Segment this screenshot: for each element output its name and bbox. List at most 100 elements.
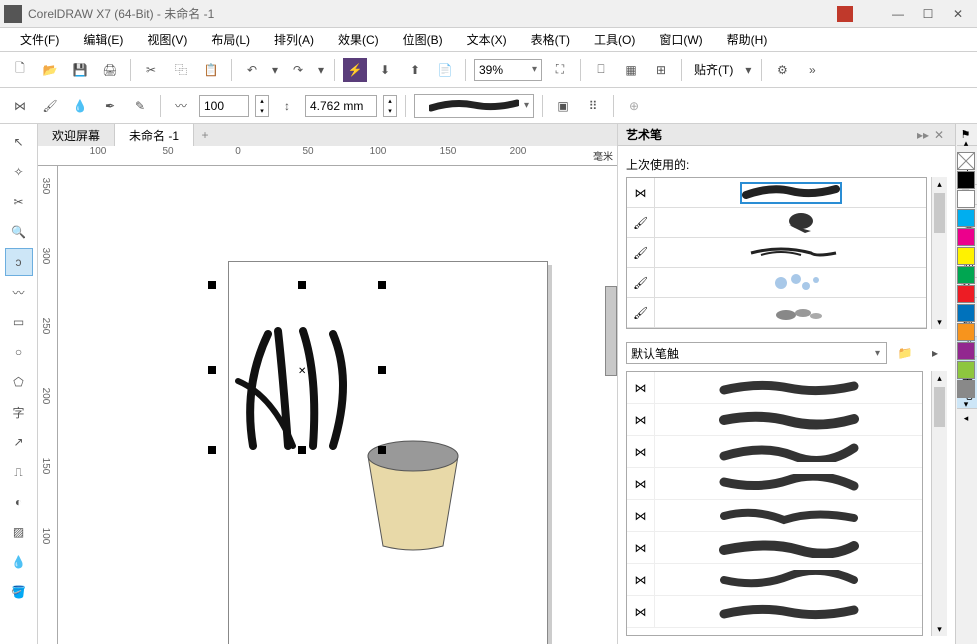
import-icon[interactable]: ⬇ — [373, 58, 397, 82]
recent-brush-item[interactable] — [655, 208, 926, 238]
menu-layout[interactable]: 布局(L) — [199, 31, 262, 48]
zoom-tool-icon[interactable]: 🔍 — [5, 218, 33, 246]
crop-tool-icon[interactable]: ✂ — [5, 188, 33, 216]
panel-close-icon[interactable]: ✕ — [931, 128, 947, 142]
width-icon[interactable]: ↕ — [275, 94, 299, 118]
recent-brush-item[interactable] — [655, 268, 926, 298]
smoothing-icon[interactable]: 〰 — [169, 94, 193, 118]
recent-scrollbar[interactable]: ▴ ▾ — [931, 177, 947, 329]
close-button[interactable]: ✕ — [943, 3, 973, 25]
selection-handle[interactable] — [298, 446, 306, 454]
open-icon[interactable]: 📂 — [38, 58, 62, 82]
snap-dropdown-icon[interactable]: ▾ — [743, 58, 753, 82]
ruler-horizontal[interactable]: 毫米 100 50 0 50 100 150 200 — [38, 146, 617, 166]
tab-document[interactable]: 未命名 -1 — [115, 124, 194, 146]
width-spinner[interactable]: ▴▾ — [383, 95, 397, 117]
minimize-button[interactable]: — — [883, 3, 913, 25]
canvas-scrollbar[interactable] — [605, 286, 617, 376]
menu-table[interactable]: 表格(T) — [519, 31, 582, 48]
palette-expand-icon[interactable]: ◂ — [957, 413, 975, 427]
stroke-preset-item[interactable] — [655, 436, 922, 467]
cut-icon[interactable]: ✂ — [139, 58, 163, 82]
color-swatch[interactable] — [957, 190, 975, 208]
menu-text[interactable]: 文本(X) — [455, 31, 519, 48]
calligraphic-mode-icon[interactable]: ✒ — [98, 94, 122, 118]
shape-tool-icon[interactable]: ✧ — [5, 158, 33, 186]
undo-icon[interactable]: ↶ — [240, 58, 264, 82]
show-guides-icon[interactable]: ⊞ — [649, 58, 673, 82]
transparency-tool-icon[interactable]: ▨ — [5, 518, 33, 546]
color-swatch[interactable] — [957, 266, 975, 284]
menu-bitmap[interactable]: 位图(B) — [391, 31, 455, 48]
menu-arrange[interactable]: 排列(A) — [262, 31, 326, 48]
ellipse-tool-icon[interactable]: ○ — [5, 338, 33, 366]
search-icon[interactable]: ⚡ — [343, 58, 367, 82]
menu-edit[interactable]: 编辑(E) — [71, 31, 135, 48]
scroll-thumb[interactable] — [934, 193, 945, 233]
scroll-down-icon[interactable]: ▾ — [932, 622, 947, 636]
color-swatch[interactable] — [957, 228, 975, 246]
scroll-thumb[interactable] — [934, 387, 945, 427]
user-icon[interactable] — [837, 6, 853, 22]
scroll-down-icon[interactable]: ▾ — [932, 315, 947, 329]
scroll-up-icon[interactable]: ▴ — [932, 177, 947, 191]
palette-down-icon[interactable]: ▾ — [957, 399, 975, 413]
show-grid-icon[interactable]: ▦ — [619, 58, 643, 82]
selection-handle[interactable] — [208, 446, 216, 454]
drawn-cup[interactable] — [358, 436, 468, 556]
print-icon[interactable]: 🖨 — [98, 58, 122, 82]
selection-handle[interactable] — [208, 281, 216, 289]
maximize-button[interactable]: ☐ — [913, 3, 943, 25]
stroke-preset-item[interactable] — [655, 372, 922, 403]
browse-folder-icon[interactable]: 📁 — [893, 341, 917, 365]
zoom-select[interactable]: 39% — [474, 59, 542, 81]
recent-brush-item[interactable] — [655, 298, 926, 328]
menu-file[interactable]: 文件(F) — [8, 31, 71, 48]
snap-label[interactable]: 贴齐(T) — [690, 61, 737, 78]
selection-handle[interactable] — [208, 366, 216, 374]
scroll-up-icon[interactable]: ▴ — [932, 371, 947, 385]
panel-collapse-icon[interactable]: ▸▸ — [915, 128, 931, 142]
selection-handle[interactable] — [378, 446, 386, 454]
freehand-tool-icon[interactable]: ɔ — [5, 248, 33, 276]
save-icon[interactable]: 💾 — [68, 58, 92, 82]
sprayer-mode-icon[interactable]: 💧 — [68, 94, 92, 118]
undo-dropdown-icon[interactable]: ▾ — [270, 58, 280, 82]
stroke-preset-item[interactable] — [655, 404, 922, 435]
redo-dropdown-icon[interactable]: ▾ — [316, 58, 326, 82]
add-preset-icon[interactable]: ⊕ — [622, 94, 646, 118]
selection-handle[interactable] — [378, 281, 386, 289]
no-color-swatch[interactable] — [957, 152, 975, 170]
stroke-preset-item[interactable] — [655, 596, 922, 627]
menu-window[interactable]: 窗口(W) — [647, 31, 714, 48]
paste-icon[interactable]: 📋 — [199, 58, 223, 82]
color-swatch[interactable] — [957, 361, 975, 379]
color-swatch[interactable] — [957, 209, 975, 227]
color-swatch[interactable] — [957, 171, 975, 189]
drop-shadow-tool-icon[interactable]: ◐ — [5, 488, 33, 516]
color-swatch[interactable] — [957, 247, 975, 265]
recent-brush-item[interactable] — [655, 238, 926, 268]
menu-view[interactable]: 视图(V) — [135, 31, 199, 48]
options-icon[interactable]: ⚙ — [770, 58, 794, 82]
preset-mode-icon[interactable]: ⋈ — [8, 94, 32, 118]
palette-up-icon[interactable]: ▴ — [957, 138, 975, 152]
stroke-preset-item[interactable] — [655, 500, 922, 531]
scale-with-icon[interactable]: ⠿ — [581, 94, 605, 118]
parallel-dim-tool-icon[interactable]: ↗ — [5, 428, 33, 456]
recent-brush-item[interactable] — [655, 178, 926, 208]
stroke-scrollbar[interactable]: ▴ ▾ — [931, 371, 947, 636]
polygon-tool-icon[interactable]: ⬠ — [5, 368, 33, 396]
fill-tool-icon[interactable]: 🪣 — [5, 578, 33, 606]
preset-category-select[interactable]: 默认笔触 — [626, 342, 887, 364]
bounding-box-icon[interactable]: ▣ — [551, 94, 575, 118]
rectangle-tool-icon[interactable]: ▭ — [5, 308, 33, 336]
color-swatch[interactable] — [957, 323, 975, 341]
stroke-preset-item[interactable] — [655, 532, 922, 563]
fullscreen-icon[interactable]: ⛶ — [548, 58, 572, 82]
publish-icon[interactable]: 📄 — [433, 58, 457, 82]
color-swatch[interactable] — [957, 285, 975, 303]
text-tool-icon[interactable]: 字 — [5, 398, 33, 426]
selection-center-icon[interactable]: ✕ — [298, 366, 306, 377]
selection-handle[interactable] — [298, 281, 306, 289]
